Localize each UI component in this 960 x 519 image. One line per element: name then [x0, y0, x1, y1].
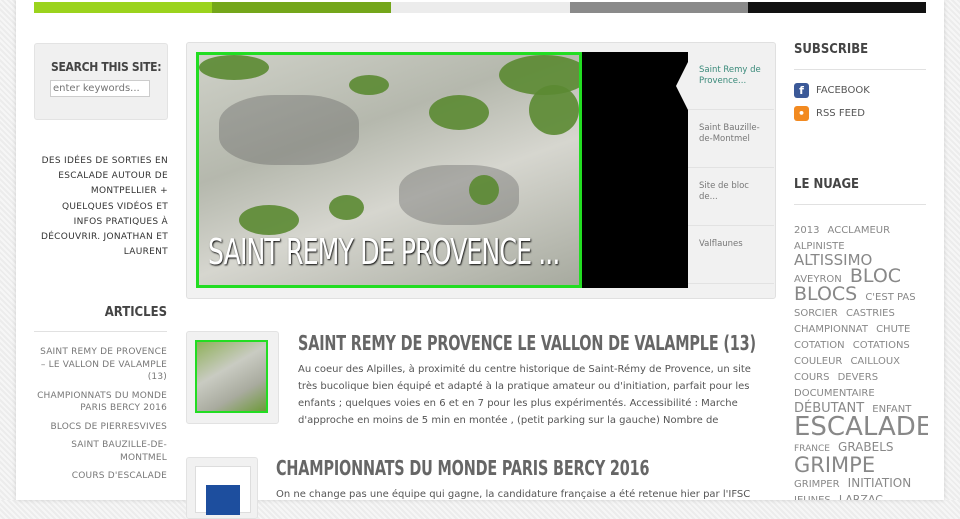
- facebook-link[interactable]: f FACEBOOK: [794, 83, 870, 98]
- tag-link[interactable]: CASTRIES: [846, 308, 895, 319]
- rss-link[interactable]: • RSS FEED: [794, 106, 865, 121]
- tag-cloud: 2013 ACCLAMEUR ALPINISTE ALTISSIMO AVEYR…: [794, 221, 928, 500]
- divider: [34, 331, 167, 332]
- post-excerpt: Au coeur des Alpilles, à proximité du ce…: [298, 364, 751, 426]
- slider-nav-item[interactable]: Saint Remy de Provence...: [688, 52, 774, 110]
- tag-link[interactable]: JEUNES: [794, 495, 831, 500]
- tag-link[interactable]: COURS: [794, 372, 829, 383]
- tag-link[interactable]: ACCLAMEUR: [828, 225, 891, 236]
- article-link[interactable]: SAINT REMY DE PROVENCE – LE VALLON DE VA…: [34, 346, 167, 384]
- divider: [794, 204, 926, 205]
- tag-link[interactable]: DOCUMENTAIRE: [794, 388, 875, 399]
- stripe-4: [570, 2, 748, 13]
- mountain-icon: [206, 485, 240, 515]
- tag-link[interactable]: COTATION: [794, 340, 845, 351]
- tag-link[interactable]: 2013: [794, 225, 819, 236]
- divider: [794, 69, 926, 70]
- article-link[interactable]: SAINT BAUZILLE-DE-MONTMEL: [34, 439, 167, 464]
- tag-link[interactable]: CHAMPIONNAT: [794, 324, 868, 335]
- article-link[interactable]: COURS D'ESCALADE: [34, 470, 167, 483]
- post-logo: [195, 466, 251, 515]
- vegetation: [329, 195, 364, 220]
- search-input[interactable]: [50, 80, 150, 97]
- vegetation: [469, 175, 499, 205]
- facebook-label: FACEBOOK: [816, 85, 870, 96]
- featured-slide[interactable]: SAINT REMY DE PROVENCE ...: [196, 52, 688, 288]
- tag-link[interactable]: LARZAC: [839, 493, 883, 500]
- tag-link[interactable]: DEVERS: [838, 372, 878, 383]
- vegetation: [239, 205, 299, 235]
- post-title[interactable]: CHAMPIONNATS DU MONDE PARIS BERCY 2016: [276, 456, 650, 480]
- slider-nav-item[interactable]: Site de bloc de...: [688, 168, 774, 226]
- rss-label: RSS FEED: [816, 108, 865, 119]
- post-excerpt: On ne change pas une équipe qui gagne, l…: [276, 489, 751, 500]
- featured-title[interactable]: SAINT REMY DE PROVENCE ...: [208, 232, 560, 273]
- articles-list: SAINT REMY DE PROVENCE – LE VALLON DE VA…: [34, 346, 167, 489]
- slider-nav: Saint Remy de Provence... Saint Bauzille…: [688, 52, 774, 284]
- tag-link[interactable]: BLOCS: [794, 283, 857, 305]
- article-link[interactable]: CHAMPIONNATS DU MONDE PARIS BERCY 2016: [34, 390, 167, 415]
- stripe-1: [34, 2, 212, 13]
- vegetation: [199, 55, 269, 80]
- subscribe-heading: SUBSCRIBE: [794, 42, 869, 57]
- rock-shade: [399, 165, 519, 225]
- tag-link[interactable]: INITIATION: [848, 476, 912, 490]
- tag-cloud-heading: LE NUAGE: [794, 177, 860, 192]
- article-link[interactable]: BLOCS DE PIERRESVIVES: [34, 421, 167, 434]
- tag-link[interactable]: GRIMPE: [794, 453, 875, 477]
- post-thumbnail[interactable]: [186, 457, 258, 519]
- search-widget: SEARCH THIS SITE:: [34, 43, 168, 120]
- active-slide-arrow: [676, 62, 688, 110]
- articles-heading: ARTICLES: [104, 305, 167, 320]
- slider-nav-item[interactable]: Saint Bauzille-de-Montmel: [688, 110, 774, 168]
- search-label: SEARCH THIS SITE:: [51, 60, 162, 74]
- post-thumbnail-image: [195, 340, 268, 413]
- vegetation: [349, 75, 389, 95]
- tag-link[interactable]: CHUTE: [876, 324, 910, 335]
- tag-link[interactable]: COULEUR: [794, 356, 842, 367]
- tag-link[interactable]: BLOC: [850, 265, 901, 287]
- tag-link[interactable]: COTATIONS: [853, 340, 910, 351]
- tag-link[interactable]: GRABELS: [838, 440, 893, 454]
- tag-link[interactable]: ESCALADE: [794, 412, 928, 442]
- tag-link[interactable]: GRIMPER: [794, 479, 840, 490]
- stripe-3: [391, 2, 570, 13]
- facebook-icon: f: [794, 83, 809, 98]
- tag-link[interactable]: CAILLOUX: [850, 356, 900, 367]
- stripe-2: [212, 2, 391, 13]
- post-title[interactable]: SAINT REMY DE PROVENCE LE VALLON DE VALA…: [298, 331, 756, 355]
- rss-icon: •: [794, 106, 809, 121]
- post-thumbnail[interactable]: [186, 331, 279, 424]
- tag-link[interactable]: C'EST PAS: [865, 292, 915, 303]
- stripe-5: [748, 2, 926, 13]
- vegetation: [429, 95, 489, 130]
- rock-shade: [219, 95, 359, 165]
- vegetation: [529, 85, 579, 135]
- slider-nav-item[interactable]: Valflaunes: [688, 226, 774, 284]
- site-description: DES IDÉES DE SORTIES EN ESCALADE AUTOUR …: [40, 156, 168, 258]
- tag-link[interactable]: SORCIER: [794, 308, 838, 319]
